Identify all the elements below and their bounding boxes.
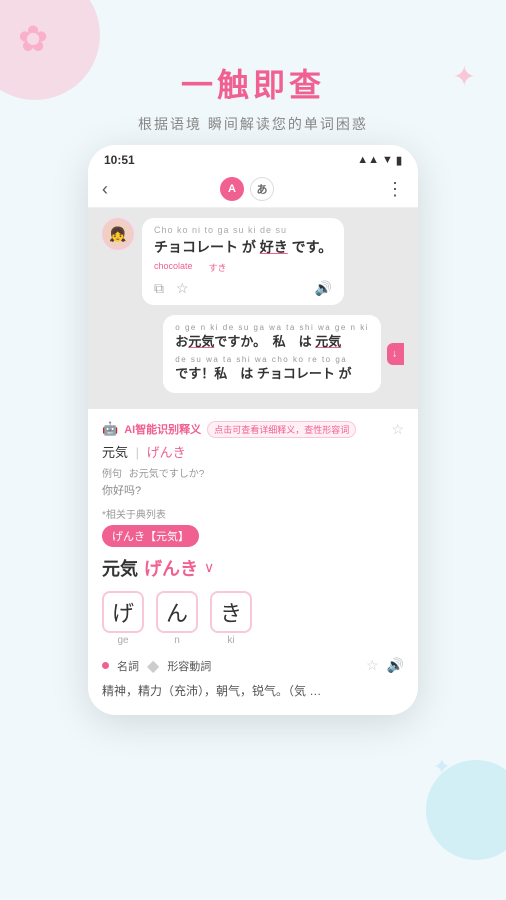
header-subtitle: 根据语境 瞬间解读您的单词困惑 <box>0 114 506 134</box>
avatar: 👧 <box>102 218 134 250</box>
translation-chocolate: chocolate <box>154 261 193 274</box>
kana-char-ki: き <box>210 591 252 633</box>
lang-btn-japanese[interactable]: あ <box>250 177 274 201</box>
word-kanji-small: 元気 <box>102 445 128 460</box>
kana-ki: き ki <box>210 591 252 646</box>
copy-icon[interactable]: ⧉ <box>154 280 164 297</box>
ruby-line-2: o ge n ki de su ga wa ta shi wa ge n ki <box>175 323 369 332</box>
signal-icon: ▲▲ <box>357 154 379 166</box>
chevron-down-icon[interactable]: ∨ <box>204 559 214 576</box>
battery-icon: ▮ <box>396 154 402 167</box>
kana-ge: げ ge <box>102 591 144 646</box>
star-decoration-br: ✦ <box>433 754 451 780</box>
star-pos-icon[interactable]: ☆ <box>366 657 379 674</box>
main-line-2: お元気ですか。 私 は 元気 <box>175 332 369 353</box>
wifi-icon: ▼ <box>382 154 393 166</box>
reply-bubble: → <box>387 343 404 365</box>
word-kana: げんき <box>144 555 198 581</box>
header-section: 一触即查 根据语境 瞬间解读您的单词困惑 <box>0 0 506 134</box>
pos-separator: ◆ <box>147 656 159 676</box>
status-icons: ▲▲ ▼ ▮ <box>357 154 402 167</box>
ruby-line-3: de su wa ta shi wa cho ko re to ga <box>175 355 369 364</box>
pos-row: 名詞 ◆ 形容動詞 ☆ 🔊 <box>102 656 404 676</box>
word-kanji-large: 元気 <box>102 555 138 581</box>
chat-message-reply: o ge n ki de su ga wa ta shi wa ge n ki … <box>102 315 404 393</box>
phone-mockup: 10:51 ▲▲ ▼ ▮ ‹ A あ ⋮ 👧 Cho ko ni to ga s… <box>88 145 418 715</box>
header-title: 一触即查 <box>0 60 506 106</box>
example-label: 例句 お元気ですしか? <box>102 465 404 480</box>
bubble-actions: ⧉ ☆ 🔊 <box>154 280 332 297</box>
kana-n: ん n <box>156 591 198 646</box>
chat-bubble-1: Cho ko ni to ga su ki de su チョコレート が 好き … <box>142 218 344 305</box>
kana-char-n: ん <box>156 591 198 633</box>
translation-suki: すき <box>209 261 227 274</box>
ai-header: 🤖 AI智能识别释义 点击可查看详细释义，查性形容词 ☆ <box>102 421 404 438</box>
status-bar: 10:51 ▲▲ ▼ ▮ <box>88 145 418 171</box>
genki-word: 元気 <box>188 334 214 349</box>
back-button[interactable]: ‹ <box>102 179 108 200</box>
pipe-separator: | <box>136 445 139 460</box>
dictionary-panel: 🤖 AI智能识别释义 点击可查看详细释义，查性形容词 ☆ 元気 | げんき 例句… <box>88 409 418 715</box>
pos-dot-1 <box>102 662 109 669</box>
definition-text: 精神，精力（充沛），朝气，锐气。（気 … <box>102 682 404 701</box>
chat-bubble-2: o ge n ki de su ga wa ta shi wa ge n ki … <box>163 315 381 393</box>
pos-icons: ☆ 🔊 <box>366 657 404 674</box>
word-header: 元気 げんき ∨ <box>102 555 404 581</box>
main-line-3: です！私 は チョコレート が <box>175 364 369 385</box>
lang-btn-latin[interactable]: A <box>220 177 244 201</box>
chocolate-text: チョコレート <box>154 239 238 255</box>
pos-noun: 名詞 <box>117 658 139 674</box>
word-reading-line: 元気 | げんき <box>102 442 404 461</box>
star-action-icon[interactable]: ☆ <box>176 280 189 297</box>
genki-word-2: 元気 <box>315 334 341 349</box>
speaker-icon[interactable]: 🔊 <box>315 280 332 297</box>
app-header: ‹ A あ ⋮ <box>88 171 418 208</box>
kana-roma-ge: ge <box>117 635 128 646</box>
kana-char-ge: げ <box>102 591 144 633</box>
chat-message-1: 👧 Cho ko ni to ga su ki de su チョコレート が 好… <box>102 218 404 305</box>
status-time: 10:51 <box>104 153 135 167</box>
more-button[interactable]: ⋮ <box>386 179 404 200</box>
lang-toggle: A あ <box>220 177 274 201</box>
ai-tag[interactable]: 点击可查看详细释义，查性形容词 <box>207 421 356 438</box>
suki-text: 好き <box>260 239 288 255</box>
bubble-ruby-1: Cho ko ni to ga su ki de su <box>154 226 332 235</box>
chat-area: 👧 Cho ko ni to ga su ki de su チョコレート が 好… <box>88 208 418 409</box>
ai-label: AI智能识别释义 <box>124 421 201 437</box>
pos-adjverb: 形容動詞 <box>167 658 211 674</box>
kana-breakdown: げ ge ん n き ki <box>102 591 404 646</box>
speaker-pos-icon[interactable]: 🔊 <box>387 657 404 674</box>
favorite-button[interactable]: ☆ <box>391 421 404 438</box>
kana-roma-n: n <box>174 635 180 646</box>
bubble-main-1: チョコレート が 好き です。 <box>154 237 332 257</box>
word-reading: げんき <box>147 445 186 460</box>
kana-roma-ki: ki <box>227 635 234 646</box>
ai-icon: 🤖 <box>102 421 118 437</box>
related-tag[interactable]: げんき【元気】 <box>102 525 199 547</box>
example-cn: 你好吗? <box>102 482 404 498</box>
related-label: *相关于典列表 <box>102 506 404 521</box>
